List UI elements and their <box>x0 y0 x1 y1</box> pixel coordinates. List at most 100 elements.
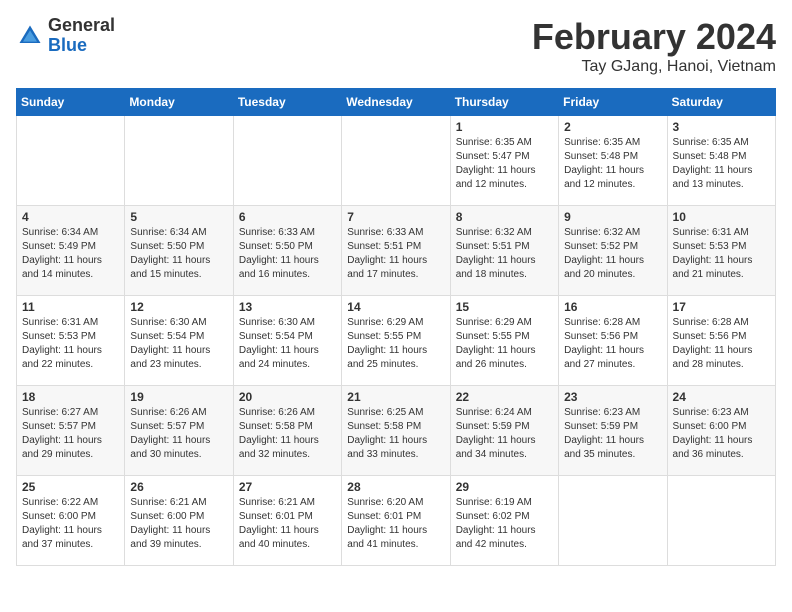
day-info: Sunrise: 6:33 AM Sunset: 5:51 PM Dayligh… <box>347 226 444 282</box>
calendar-cell: 9 Sunrise: 6:32 AM Sunset: 5:52 PM Daylig… <box>559 206 667 296</box>
day-number: 29 <box>456 480 553 494</box>
day-number: 18 <box>22 390 119 404</box>
day-number: 17 <box>673 300 770 314</box>
day-info: Sunrise: 6:20 AM Sunset: 6:01 PM Dayligh… <box>347 496 444 552</box>
calendar-cell: 19 Sunrise: 6:26 AM Sunset: 5:57 PM Dayli… <box>125 386 233 476</box>
calendar-cell: 13Sunrise: 6:30 AM Sunset: 5:54 PM Dayli… <box>233 296 341 386</box>
page-header: General Blue February 2024 Tay GJang, Ha… <box>16 16 776 76</box>
weekday-header-tuesday: Tuesday <box>233 89 341 116</box>
day-info: Sunrise: 6:28 AM Sunset: 5:56 PM Dayligh… <box>673 316 770 372</box>
calendar-cell: 8 Sunrise: 6:32 AM Sunset: 5:51 PM Daylig… <box>450 206 558 296</box>
day-number: 7 <box>347 210 444 224</box>
day-info: Sunrise: 6:34 AM Sunset: 5:50 PM Dayligh… <box>130 226 227 282</box>
month-year-title: February 2024 <box>532 16 776 58</box>
calendar-week-row: 18 Sunrise: 6:27 AM Sunset: 5:57 PM Dayli… <box>17 386 776 476</box>
day-number: 3 <box>673 120 770 134</box>
logo-general-text: General <box>48 16 115 36</box>
calendar-table: SundayMondayTuesdayWednesdayThursdayFrid… <box>16 88 776 566</box>
day-number: 2 <box>564 120 661 134</box>
weekday-row: SundayMondayTuesdayWednesdayThursdayFrid… <box>17 89 776 116</box>
location-subtitle: Tay GJang, Hanoi, Vietnam <box>532 58 776 76</box>
calendar-cell <box>125 116 233 206</box>
day-info: Sunrise: 6:26 AM Sunset: 5:57 PM Dayligh… <box>130 406 227 462</box>
calendar-cell: 12Sunrise: 6:30 AM Sunset: 5:54 PM Dayli… <box>125 296 233 386</box>
title-block: February 2024 Tay GJang, Hanoi, Vietnam <box>532 16 776 76</box>
day-info: Sunrise: 6:26 AM Sunset: 5:58 PM Dayligh… <box>239 406 336 462</box>
day-info: Sunrise: 6:27 AM Sunset: 5:57 PM Dayligh… <box>22 406 119 462</box>
weekday-header-sunday: Sunday <box>17 89 125 116</box>
weekday-header-monday: Monday <box>125 89 233 116</box>
day-info: Sunrise: 6:31 AM Sunset: 5:53 PM Dayligh… <box>673 226 770 282</box>
day-info: Sunrise: 6:25 AM Sunset: 5:58 PM Dayligh… <box>347 406 444 462</box>
calendar-cell <box>342 116 450 206</box>
calendar-cell: 27Sunrise: 6:21 AM Sunset: 6:01 PM Dayli… <box>233 476 341 566</box>
weekday-header-friday: Friday <box>559 89 667 116</box>
calendar-cell: 10Sunrise: 6:31 AM Sunset: 5:53 PM Dayli… <box>667 206 775 296</box>
calendar-cell: 6Sunrise: 6:33 AM Sunset: 5:50 PM Daylig… <box>233 206 341 296</box>
calendar-cell <box>233 116 341 206</box>
day-info: Sunrise: 6:32 AM Sunset: 5:51 PM Dayligh… <box>456 226 553 282</box>
day-info: Sunrise: 6:31 AM Sunset: 5:53 PM Dayligh… <box>22 316 119 372</box>
day-info: Sunrise: 6:23 AM Sunset: 5:59 PM Dayligh… <box>564 406 661 462</box>
day-number: 22 <box>456 390 553 404</box>
calendar-cell: 15Sunrise: 6:29 AM Sunset: 5:55 PM Dayli… <box>450 296 558 386</box>
calendar-cell: 22 Sunrise: 6:24 AM Sunset: 5:59 PM Dayli… <box>450 386 558 476</box>
day-number: 15 <box>456 300 553 314</box>
calendar-cell: 5 Sunrise: 6:34 AM Sunset: 5:50 PM Daylig… <box>125 206 233 296</box>
day-number: 20 <box>239 390 336 404</box>
calendar-cell: 17 Sunrise: 6:28 AM Sunset: 5:56 PM Dayli… <box>667 296 775 386</box>
day-number: 8 <box>456 210 553 224</box>
calendar-cell: 21 Sunrise: 6:25 AM Sunset: 5:58 PM Dayli… <box>342 386 450 476</box>
calendar-cell: 18 Sunrise: 6:27 AM Sunset: 5:57 PM Dayli… <box>17 386 125 476</box>
day-info: Sunrise: 6:35 AM Sunset: 5:48 PM Dayligh… <box>673 136 770 192</box>
day-number: 16 <box>564 300 661 314</box>
logo-icon <box>16 22 44 50</box>
day-number: 23 <box>564 390 661 404</box>
calendar-cell: 20 Sunrise: 6:26 AM Sunset: 5:58 PM Dayli… <box>233 386 341 476</box>
calendar-cell: 25Sunrise: 6:22 AM Sunset: 6:00 PM Dayli… <box>17 476 125 566</box>
calendar-week-row: 25Sunrise: 6:22 AM Sunset: 6:00 PM Dayli… <box>17 476 776 566</box>
calendar-body: 1 Sunrise: 6:35 AM Sunset: 5:47 PM Daylig… <box>17 116 776 566</box>
calendar-header: SundayMondayTuesdayWednesdayThursdayFrid… <box>17 89 776 116</box>
calendar-week-row: 4Sunrise: 6:34 AM Sunset: 5:49 PM Daylig… <box>17 206 776 296</box>
calendar-cell: 23 Sunrise: 6:23 AM Sunset: 5:59 PM Dayli… <box>559 386 667 476</box>
day-info: Sunrise: 6:35 AM Sunset: 5:48 PM Dayligh… <box>564 136 661 192</box>
day-info: Sunrise: 6:29 AM Sunset: 5:55 PM Dayligh… <box>347 316 444 372</box>
day-number: 25 <box>22 480 119 494</box>
calendar-cell: 14Sunrise: 6:29 AM Sunset: 5:55 PM Dayli… <box>342 296 450 386</box>
day-number: 5 <box>130 210 227 224</box>
day-number: 9 <box>564 210 661 224</box>
day-number: 26 <box>130 480 227 494</box>
logo: General Blue <box>16 16 115 56</box>
day-info: Sunrise: 6:19 AM Sunset: 6:02 PM Dayligh… <box>456 496 553 552</box>
day-info: Sunrise: 6:35 AM Sunset: 5:47 PM Dayligh… <box>456 136 553 192</box>
logo-text: General Blue <box>48 16 115 56</box>
day-info: Sunrise: 6:24 AM Sunset: 5:59 PM Dayligh… <box>456 406 553 462</box>
day-number: 24 <box>673 390 770 404</box>
calendar-cell: 3 Sunrise: 6:35 AM Sunset: 5:48 PM Daylig… <box>667 116 775 206</box>
day-number: 27 <box>239 480 336 494</box>
calendar-cell: 11Sunrise: 6:31 AM Sunset: 5:53 PM Dayli… <box>17 296 125 386</box>
calendar-cell: 26 Sunrise: 6:21 AM Sunset: 6:00 PM Dayli… <box>125 476 233 566</box>
calendar-cell <box>17 116 125 206</box>
day-number: 4 <box>22 210 119 224</box>
day-info: Sunrise: 6:21 AM Sunset: 6:00 PM Dayligh… <box>130 496 227 552</box>
calendar-cell <box>667 476 775 566</box>
calendar-cell: 29 Sunrise: 6:19 AM Sunset: 6:02 PM Dayli… <box>450 476 558 566</box>
day-info: Sunrise: 6:30 AM Sunset: 5:54 PM Dayligh… <box>239 316 336 372</box>
day-number: 12 <box>130 300 227 314</box>
day-number: 6 <box>239 210 336 224</box>
calendar-cell <box>559 476 667 566</box>
day-info: Sunrise: 6:28 AM Sunset: 5:56 PM Dayligh… <box>564 316 661 372</box>
weekday-header-wednesday: Wednesday <box>342 89 450 116</box>
day-number: 21 <box>347 390 444 404</box>
day-number: 28 <box>347 480 444 494</box>
logo-blue-text: Blue <box>48 36 115 56</box>
day-number: 19 <box>130 390 227 404</box>
calendar-cell: 16 Sunrise: 6:28 AM Sunset: 5:56 PM Dayli… <box>559 296 667 386</box>
calendar-cell: 4Sunrise: 6:34 AM Sunset: 5:49 PM Daylig… <box>17 206 125 296</box>
calendar-week-row: 11Sunrise: 6:31 AM Sunset: 5:53 PM Dayli… <box>17 296 776 386</box>
calendar-cell: 24Sunrise: 6:23 AM Sunset: 6:00 PM Dayli… <box>667 386 775 476</box>
day-info: Sunrise: 6:32 AM Sunset: 5:52 PM Dayligh… <box>564 226 661 282</box>
day-number: 1 <box>456 120 553 134</box>
